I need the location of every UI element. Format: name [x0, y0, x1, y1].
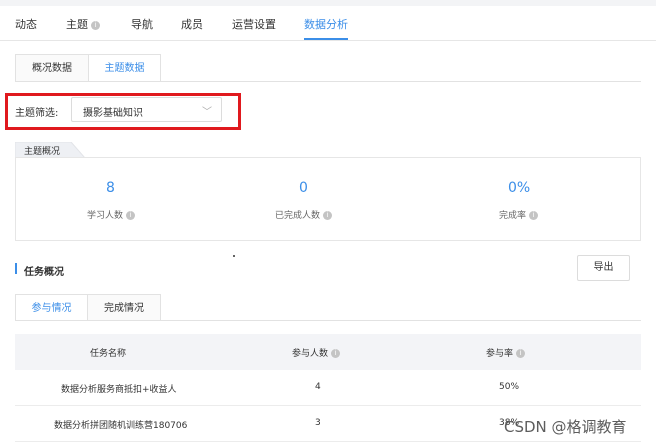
export-button[interactable]: 导出 — [577, 255, 630, 281]
participants-cell: 3 — [315, 418, 321, 428]
column-header-participants: 参与人数 i — [292, 346, 341, 359]
section-tag-label: 主题概况 — [24, 147, 61, 157]
stat-label-text: 完成率 — [499, 211, 527, 221]
nav-item-label: 动态 — [15, 18, 37, 31]
nav-item-data-analysis[interactable]: 数据分析 — [304, 16, 348, 32]
info-icon[interactable]: i — [331, 349, 341, 358]
tab-participation[interactable]: 参与情况 — [15, 294, 88, 321]
nav-item-label: 主题 — [66, 18, 88, 31]
participants-cell: 4 — [315, 382, 321, 392]
info-icon[interactable]: i — [323, 211, 333, 220]
tab-label: 概况数据 — [32, 63, 72, 74]
nav-item-topic[interactable]: 主题 i — [66, 16, 100, 32]
table-header: 任务名称 参与人数 i 参与率 i — [15, 334, 641, 370]
tab-completion[interactable]: 完成情况 — [87, 294, 161, 321]
nav-item-operation-settings[interactable]: 运营设置 — [232, 16, 276, 32]
topic-overview-panel: 8 学习人数 i 0 已完成人数 i 0% 完成率 i — [15, 157, 641, 241]
section-marker — [15, 263, 17, 274]
stat-learners-value: 8 — [106, 180, 115, 196]
stat-label-text: 已完成人数 — [275, 211, 321, 221]
task-name-cell: 数据分析服务商抵扣+收益人 — [61, 385, 177, 395]
nav-item-label: 运营设置 — [232, 18, 276, 31]
stat-completed-value: 0 — [299, 180, 308, 196]
table-row[interactable]: 数据分析服务商抵扣+收益人 4 50% — [15, 370, 641, 406]
top-nav: 动态 主题 i 导航 成员 运营设置 数据分析 — [0, 6, 656, 41]
tab-label: 参与情况 — [31, 303, 72, 314]
stat-completed-label: 已完成人数 i — [275, 208, 333, 221]
info-icon[interactable]: i — [126, 211, 136, 220]
watermark: CSDN @格调教育 — [504, 418, 627, 436]
column-header-participation-rate: 参与率 i — [486, 346, 526, 359]
stat-learners-label: 学习人数 i — [87, 208, 136, 221]
stray-dot — [233, 255, 235, 257]
tab-label: 主题数据 — [104, 63, 145, 74]
nav-item-label: 导航 — [131, 18, 153, 31]
info-icon[interactable]: i — [529, 211, 539, 220]
stat-rate-value: 0% — [508, 180, 531, 196]
nav-item-label: 数据分析 — [304, 18, 348, 31]
info-icon[interactable]: i — [91, 20, 100, 30]
column-header-label: 参与率 — [486, 349, 514, 359]
tab-overview-data[interactable]: 概况数据 — [15, 54, 89, 82]
section-title: 任务概况 — [24, 267, 64, 278]
highlight-box — [5, 93, 241, 130]
tab-topic-data[interactable]: 主题数据 — [88, 54, 161, 82]
info-icon[interactable]: i — [516, 349, 526, 358]
stat-rate-label: 完成率 i — [499, 208, 539, 221]
stat-label-text: 学习人数 — [87, 211, 124, 221]
divider — [15, 320, 641, 321]
divider — [15, 81, 641, 82]
active-tab-indicator — [304, 38, 348, 40]
task-name-cell: 数据分析拼团随机训练营180706 — [54, 421, 188, 431]
nav-item-dynamics[interactable]: 动态 — [15, 16, 37, 32]
nav-item-label: 成员 — [181, 18, 203, 31]
participation-rate-cell: 50% — [499, 382, 520, 392]
column-header-label: 参与人数 — [292, 349, 329, 359]
column-header-task-name: 任务名称 — [90, 349, 127, 359]
nav-item-navigation[interactable]: 导航 — [131, 16, 153, 32]
tab-label: 完成情况 — [104, 303, 144, 314]
section-tag: 主题概况 — [15, 142, 85, 158]
nav-item-members[interactable]: 成员 — [181, 16, 203, 32]
